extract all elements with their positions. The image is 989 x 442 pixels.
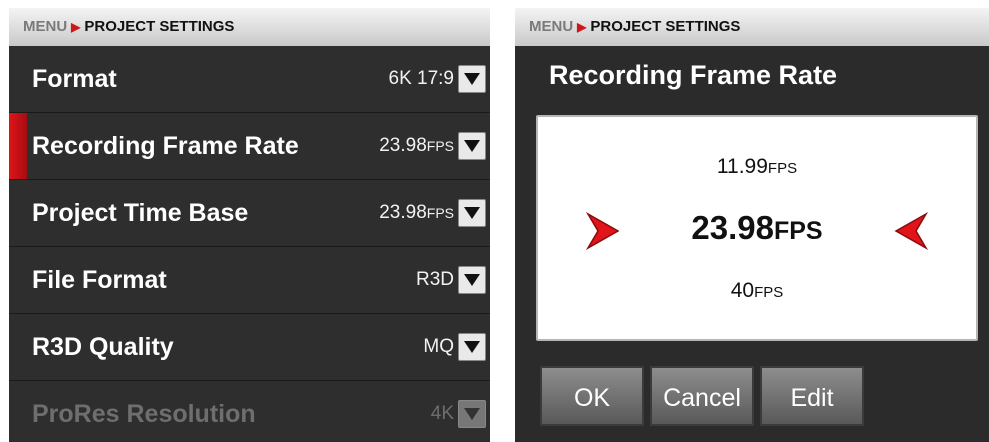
- dropdown-arrow-icon[interactable]: [458, 266, 486, 294]
- menu-row-value: 6K 17:9: [388, 68, 455, 89]
- breadcrumb-arrow-icon: ▶: [577, 20, 587, 34]
- menu-row-label: Project Time Base: [32, 199, 249, 227]
- breadcrumb: MENU ▶ PROJECT SETTINGS: [9, 8, 490, 46]
- menu-row-format[interactable]: Format 6K 17:9: [9, 46, 490, 113]
- dropdown-arrow-icon[interactable]: [458, 132, 486, 160]
- edit-button[interactable]: Edit: [760, 366, 864, 426]
- selection-chevron-left-icon: [894, 212, 928, 250]
- breadcrumb-menu[interactable]: MENU: [529, 18, 573, 35]
- menu-row-label: ProRes Resolution: [32, 400, 256, 428]
- cancel-button[interactable]: Cancel: [650, 366, 754, 426]
- selection-chevron-right-icon: [586, 212, 620, 250]
- dropdown-arrow-icon: [458, 400, 486, 428]
- menu-row-value: 23.98FPS: [379, 135, 454, 156]
- breadcrumb-menu[interactable]: MENU: [23, 18, 67, 35]
- selection-indicator: [9, 113, 27, 179]
- breadcrumb-page: PROJECT SETTINGS: [590, 18, 741, 35]
- menu-row-label: File Format: [32, 266, 167, 294]
- menu-row-value: 4K: [430, 403, 454, 424]
- menu-row-label: R3D Quality: [32, 333, 174, 361]
- menu-row-value: MQ: [423, 336, 454, 357]
- frame-rate-picker-panel: MENU ▶ PROJECT SETTINGS Recording Frame Ra…: [515, 8, 989, 442]
- project-settings-menu-panel: MENU ▶ PROJECT SETTINGS Format 6K 17:9 Rec…: [9, 8, 490, 442]
- breadcrumb: MENU ▶ PROJECT SETTINGS: [515, 8, 989, 46]
- menu-row-prores-resolution: ProRes Resolution 4K: [9, 381, 490, 442]
- breadcrumb-page: PROJECT SETTINGS: [84, 18, 235, 35]
- menu-row-value: R3D: [415, 269, 454, 290]
- frame-rate-picker[interactable]: 11.99FPS 23.98FPS 40FPS: [536, 115, 978, 341]
- ok-button[interactable]: OK: [540, 366, 644, 426]
- page-title: Recording Frame Rate: [549, 60, 838, 90]
- dropdown-arrow-icon[interactable]: [458, 199, 486, 227]
- menu-row-recording-frame-rate[interactable]: Recording Frame Rate 23.98FPS: [9, 113, 490, 180]
- picker-option-previous[interactable]: 11.99FPS: [538, 155, 976, 179]
- menu-row-value: 23.98FPS: [379, 202, 454, 223]
- menu-row-label: Recording Frame Rate: [32, 132, 299, 160]
- menu-row-project-time-base[interactable]: Project Time Base 23.98FPS: [9, 180, 490, 247]
- breadcrumb-arrow-icon: ▶: [71, 20, 81, 34]
- menu-row-r3d-quality[interactable]: R3D Quality MQ: [9, 314, 490, 381]
- dropdown-arrow-icon[interactable]: [458, 65, 486, 93]
- menu-row-file-format[interactable]: File Format R3D: [9, 247, 490, 314]
- menu-row-label: Format: [32, 65, 117, 93]
- dropdown-arrow-icon[interactable]: [458, 333, 486, 361]
- picker-option-next[interactable]: 40FPS: [538, 279, 976, 303]
